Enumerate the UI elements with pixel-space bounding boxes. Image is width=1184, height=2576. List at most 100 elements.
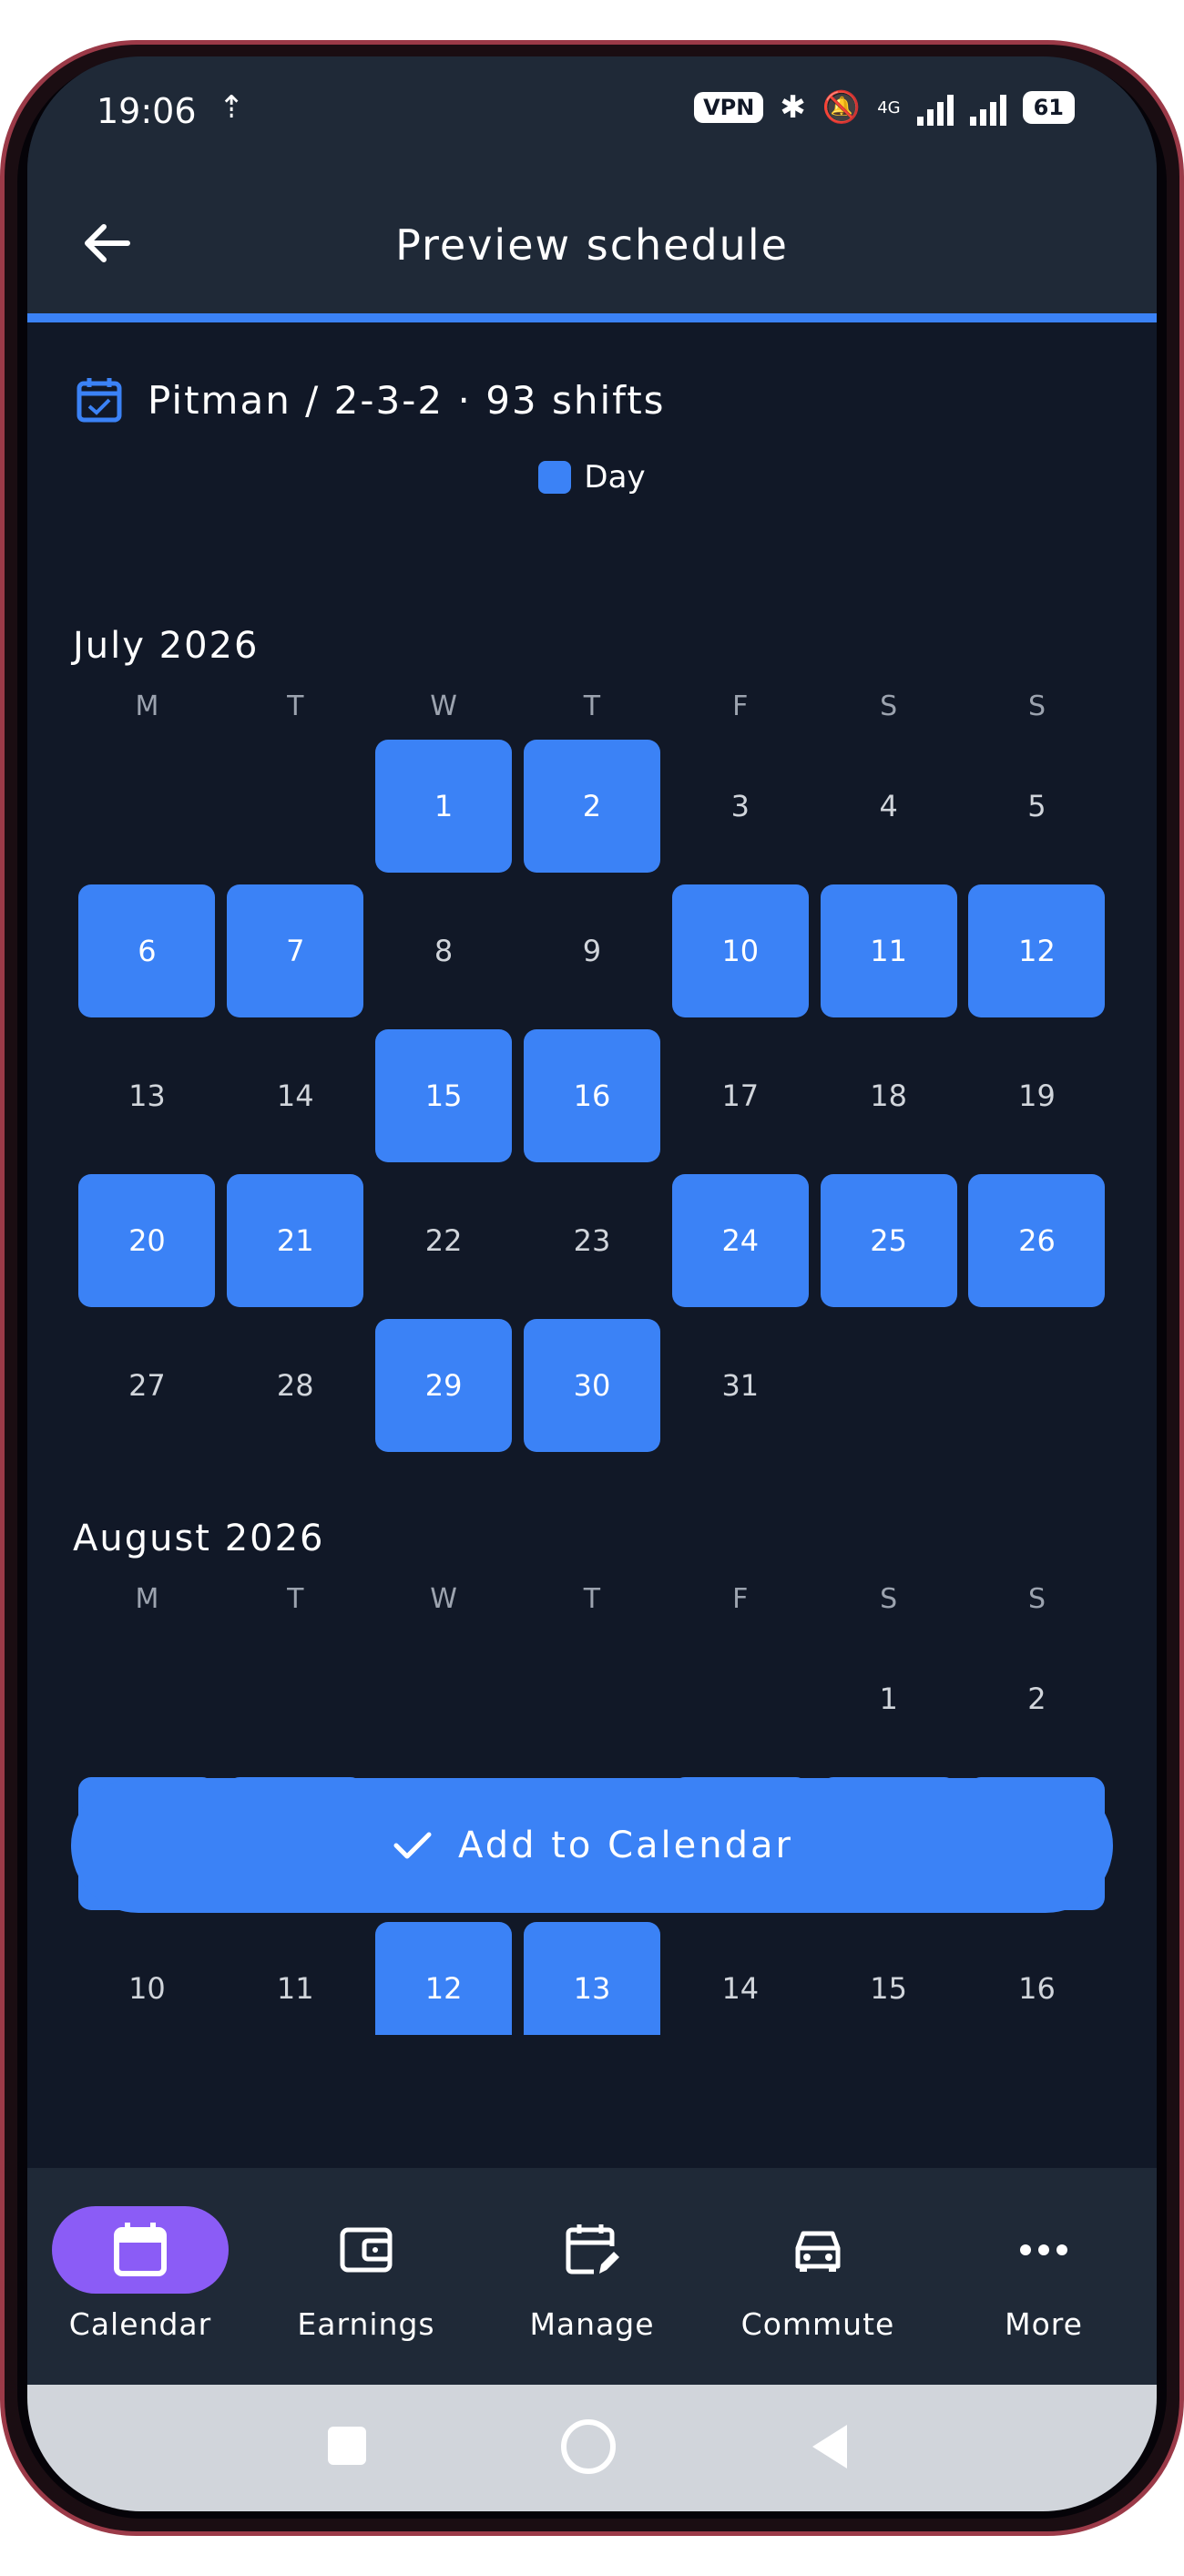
day-off[interactable]: 2 [968,1632,1105,1765]
day-cell: 14 [666,1922,814,2035]
day-shift[interactable]: 25 [820,1174,957,1307]
nav-label-calendar: Calendar [68,2306,212,2342]
bottom-navigation: Calendar Earnings Manage Commute More [27,2168,1157,2385]
week-row: 12345 [73,740,1111,873]
day-off[interactable]: 5 [968,740,1105,873]
nav-item-calendar[interactable]: Calendar [27,2168,253,2385]
weekday-label: W [430,690,457,722]
day-cell: 1 [370,740,518,873]
day-off[interactable]: 17 [672,1029,809,1162]
day-shift[interactable]: 2 [523,740,660,873]
home-button[interactable] [561,2419,616,2474]
day-off[interactable]: 15 [821,1922,957,2035]
day-off[interactable]: 9 [524,884,660,1017]
day-off[interactable]: 14 [227,1029,363,1162]
weekday-label: S [880,690,898,722]
day-cell: 8 [370,884,518,1017]
nav-item-commute[interactable]: Commute [705,2168,931,2385]
day-off[interactable]: 16 [968,1922,1105,2035]
wallet-icon [340,2227,393,2273]
day-off[interactable]: 31 [672,1319,809,1452]
day-shift[interactable]: 20 [78,1174,216,1307]
day-cell: 15 [370,1029,518,1162]
day-shift[interactable]: 16 [523,1029,660,1162]
weekday-label: S [1027,690,1046,722]
weekday-header: MTWTFSS [73,690,1111,722]
day-off[interactable]: 23 [524,1174,660,1307]
day-shift[interactable]: 11 [820,884,957,1017]
day-cell: 15 [814,1922,963,2035]
day-cell: 16 [963,1922,1111,2035]
day-cell: 12 [963,884,1111,1017]
day-off[interactable]: 3 [672,740,809,873]
day-off[interactable]: 22 [375,1174,512,1307]
day-shift[interactable]: 12 [375,1922,513,2035]
day-shift[interactable]: 1 [375,740,513,873]
day-shift[interactable]: 12 [968,884,1106,1017]
day-shift[interactable]: 29 [375,1319,513,1452]
day-shift[interactable]: 24 [671,1174,809,1307]
day-off[interactable]: 13 [78,1029,215,1162]
status-time: 19:06 [97,91,197,131]
day-cell [73,1632,221,1765]
day-cell: 21 [221,1174,370,1307]
day-cell [221,1632,370,1765]
day-cell: 13 [73,1029,221,1162]
day-cell: 10 [666,884,814,1017]
week-row: 20 21 22 23 24 25 26 [73,1174,1111,1307]
day-off[interactable]: 18 [821,1029,957,1162]
week-row: 6 7 8 9 10 11 12 [73,884,1111,1017]
day-cell: 1 [814,1632,963,1765]
day-cell [221,740,370,873]
day-cell: 18 [814,1029,963,1162]
calendar-check-icon [77,378,122,423]
day-off[interactable]: 27 [78,1319,215,1452]
week-row: 10 11 12 13 14 15 16 [73,1922,1111,2035]
day-cell: 22 [370,1174,518,1307]
day-off[interactable]: 8 [375,884,512,1017]
legend-swatch-day [538,461,572,494]
day-cell [666,1632,814,1765]
day-off[interactable]: 28 [227,1319,363,1452]
day-cell: 30 [518,1319,667,1452]
day-cell: 14 [221,1029,370,1162]
day-off[interactable]: 10 [78,1922,215,2035]
day-cell: 12 [370,1922,518,2035]
add-to-calendar-button[interactable]: Add to Calendar [71,1778,1113,1913]
more-icon [1020,2244,1067,2255]
day-cell: 28 [221,1319,370,1452]
day-shift[interactable]: 6 [78,884,216,1017]
calendar-icon [114,2223,167,2276]
app-bar: Preview schedule [27,175,1157,313]
nav-label-earnings: Earnings [297,2306,435,2342]
day-off[interactable]: 14 [672,1922,809,2035]
nav-label-more: More [1005,2306,1083,2342]
nav-item-more[interactable]: More [931,2168,1157,2385]
signal-icon [916,89,954,126]
weekday-label: T [583,1583,601,1615]
day-cell [370,1632,518,1765]
weekday-label: W [430,1583,457,1615]
nav-item-manage[interactable]: Manage [479,2168,705,2385]
recents-button[interactable] [328,2427,366,2465]
day-shift[interactable]: 26 [968,1174,1106,1307]
nav-icon-wrap [504,2206,680,2294]
day-shift[interactable]: 13 [523,1922,660,2035]
nav-icon-wrap [52,2206,229,2294]
day-shift[interactable]: 10 [671,884,809,1017]
day-off[interactable]: 4 [821,740,957,873]
day-shift[interactable]: 30 [523,1319,660,1452]
weekday-label: S [1027,1583,1046,1615]
bluetooth-icon: ✱ [780,89,806,126]
nav-item-earnings[interactable]: Earnings [253,2168,479,2385]
day-shift[interactable]: 7 [227,884,364,1017]
day-cell: 6 [73,884,221,1017]
day-shift[interactable]: 15 [375,1029,513,1162]
day-off[interactable]: 11 [227,1922,363,2035]
week-row: 27 28 29 30 31 [73,1319,1111,1452]
day-off[interactable]: 19 [968,1029,1105,1162]
car-icon [795,2231,841,2272]
system-back-button[interactable] [812,2425,847,2469]
day-shift[interactable]: 21 [227,1174,364,1307]
day-off[interactable]: 1 [821,1632,957,1765]
